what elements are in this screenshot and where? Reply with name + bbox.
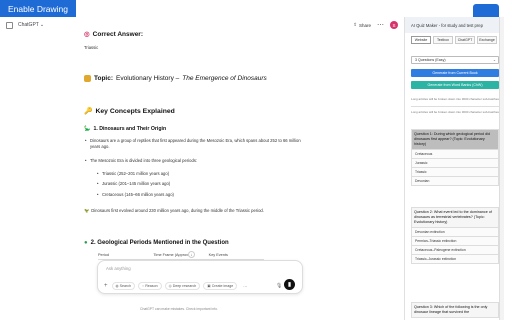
list-item: Triassic (252–201 million years ago): [97, 171, 169, 177]
prompt-input[interactable]: [106, 266, 266, 271]
column-header: Period: [98, 253, 109, 257]
chevron-down-icon: ⌄: [39, 22, 45, 28]
answer-heading: ◎ Correct Answer:: [84, 31, 143, 38]
attach-button[interactable]: +: [103, 283, 109, 289]
sidebar-toggle-icon[interactable]: [6, 21, 13, 29]
tab-exchange[interactable]: Exchange: [477, 36, 497, 44]
tab-textbox[interactable]: Textbox: [433, 36, 453, 44]
key-icon: 🔑: [84, 108, 93, 115]
search-button[interactable]: ◍ Search: [111, 282, 136, 290]
enable-drawing-button[interactable]: Enable Drawing: [0, 0, 76, 17]
answer-option[interactable]: Cretaceous: [412, 148, 498, 158]
question-count-select[interactable]: 3 Questions (Easy) ⌄: [411, 56, 499, 64]
book-icon: [84, 75, 91, 83]
generate-word-bank-button[interactable]: Generate from Word Banks (ChW): [411, 81, 499, 89]
model-name: ChatGPT: [18, 22, 39, 28]
divider: [411, 106, 499, 107]
composer-toolbar: + ◍ Search ◌ Reason ◎ Deep research ▣ Create…: [103, 282, 250, 290]
note: 🦖 Dinosaurs first evolved around 230 mil…: [84, 208, 264, 213]
list-item: Dinosaurs are a group of reptiles that f…: [85, 138, 312, 150]
section-heading: 🦕 1. Dinosaurs and Their Origin: [84, 126, 167, 132]
avatar[interactable]: S: [390, 21, 398, 29]
microphone-icon[interactable]: 🎙: [276, 283, 282, 289]
create-image-button[interactable]: ▣ Create image: [203, 282, 238, 290]
list-item: The Mesozoic Era is divided into three g…: [85, 158, 312, 164]
dinosaur-icon: 🦕: [84, 126, 91, 132]
question-title: Question 1: During which geological peri…: [412, 130, 498, 149]
share-label: Share: [358, 22, 371, 28]
telescope-icon: ◎: [168, 284, 172, 288]
share-icon: ⇪: [353, 22, 357, 27]
scrollbar[interactable]: [499, 17, 504, 320]
globe-icon: ●: [84, 240, 88, 246]
answer-option[interactable]: Jurassic: [412, 157, 498, 167]
info-text: Long articles will be broken down into 3…: [411, 97, 499, 101]
generate-button[interactable]: Generate from Current Book: [411, 69, 499, 77]
share-button[interactable]: ⇪ Share: [353, 22, 371, 28]
chevron-down-icon: ⌄: [492, 58, 496, 62]
model-selector[interactable]: ChatGPT ⌄: [18, 22, 44, 28]
key-concepts-heading: 🔑 Key Concepts Explained: [84, 108, 175, 115]
question-card: Question 2: What event led to the domina…: [411, 207, 499, 264]
more-tools-icon[interactable]: ⋯: [240, 283, 250, 290]
section-heading: ● 2. Geological Periods Mentioned in the…: [84, 240, 229, 246]
dinosaur-icon: 🦖: [84, 208, 90, 213]
message-composer: + ◍Search ◌Reason ◎Deep research ▣Create…: [97, 260, 303, 294]
more-options-icon[interactable]: ⋯: [377, 22, 384, 29]
panel-header: AI Quiz Maker - for study and test prep …: [405, 17, 504, 33]
image-icon: ▣: [207, 284, 211, 288]
question-card: Question 3: Which of the following is th…: [411, 302, 499, 318]
answer-option[interactable]: Triassic–Jurassic extinction: [412, 253, 498, 263]
disclaimer: ChatGPT can make mistakes. Check importa…: [140, 307, 218, 311]
list-item: Cretaceous (145–66 million years ago): [97, 192, 174, 198]
panel-tabs: Website Textbox ChatGPT Exchange: [411, 36, 497, 44]
column-header: Time Frame (Approx.): [153, 253, 191, 257]
table-header: Period Time Frame (Approx.) Key Events: [98, 253, 264, 259]
globe-icon: ◍: [115, 284, 119, 288]
question-card: Question 1: During which geological peri…: [411, 129, 499, 186]
answer-option[interactable]: Triassic: [412, 166, 498, 176]
app-window: Enable Drawing ChatGPT ⌄ ⇪ Share ⋯ S ◎ C…: [0, 0, 512, 320]
deep-research-button[interactable]: ◎ Deep research: [164, 282, 201, 290]
question-title: Question 2: What event led to the domina…: [414, 210, 492, 224]
answer-option[interactable]: Devonian extinction: [412, 226, 498, 236]
scroll-down-button[interactable]: ↓: [188, 251, 195, 258]
list-item: Jurassic (201–145 million years ago): [97, 181, 170, 187]
answer-option[interactable]: Devonian: [412, 175, 498, 185]
lightbulb-icon: ◌: [142, 284, 145, 288]
answer-text: Triassic: [84, 45, 99, 50]
tab-chatgpt[interactable]: ChatGPT: [455, 36, 475, 44]
question-title: Question 3: Which of the following is th…: [414, 305, 488, 314]
column-header: Key Events: [208, 253, 228, 257]
answer-option[interactable]: Cretaceous–Paleogene extinction: [412, 244, 498, 254]
info-text: Long articles will be broken down into 3…: [411, 110, 499, 114]
panel-title: AI Quiz Maker - for study and test prep: [411, 22, 483, 28]
answer-option[interactable]: Permian–Triassic extinction: [412, 235, 498, 245]
quiz-maker-panel: AI Quiz Maker - for study and test prep …: [404, 17, 504, 320]
topic-heading: Topic: Evolutionary History – The Emerge…: [84, 74, 267, 83]
voice-mode-button[interactable]: ▮: [284, 279, 295, 290]
reason-button[interactable]: ◌ Reason: [138, 282, 162, 290]
target-icon: ◎: [84, 31, 90, 38]
tab-website[interactable]: Website: [411, 36, 431, 44]
